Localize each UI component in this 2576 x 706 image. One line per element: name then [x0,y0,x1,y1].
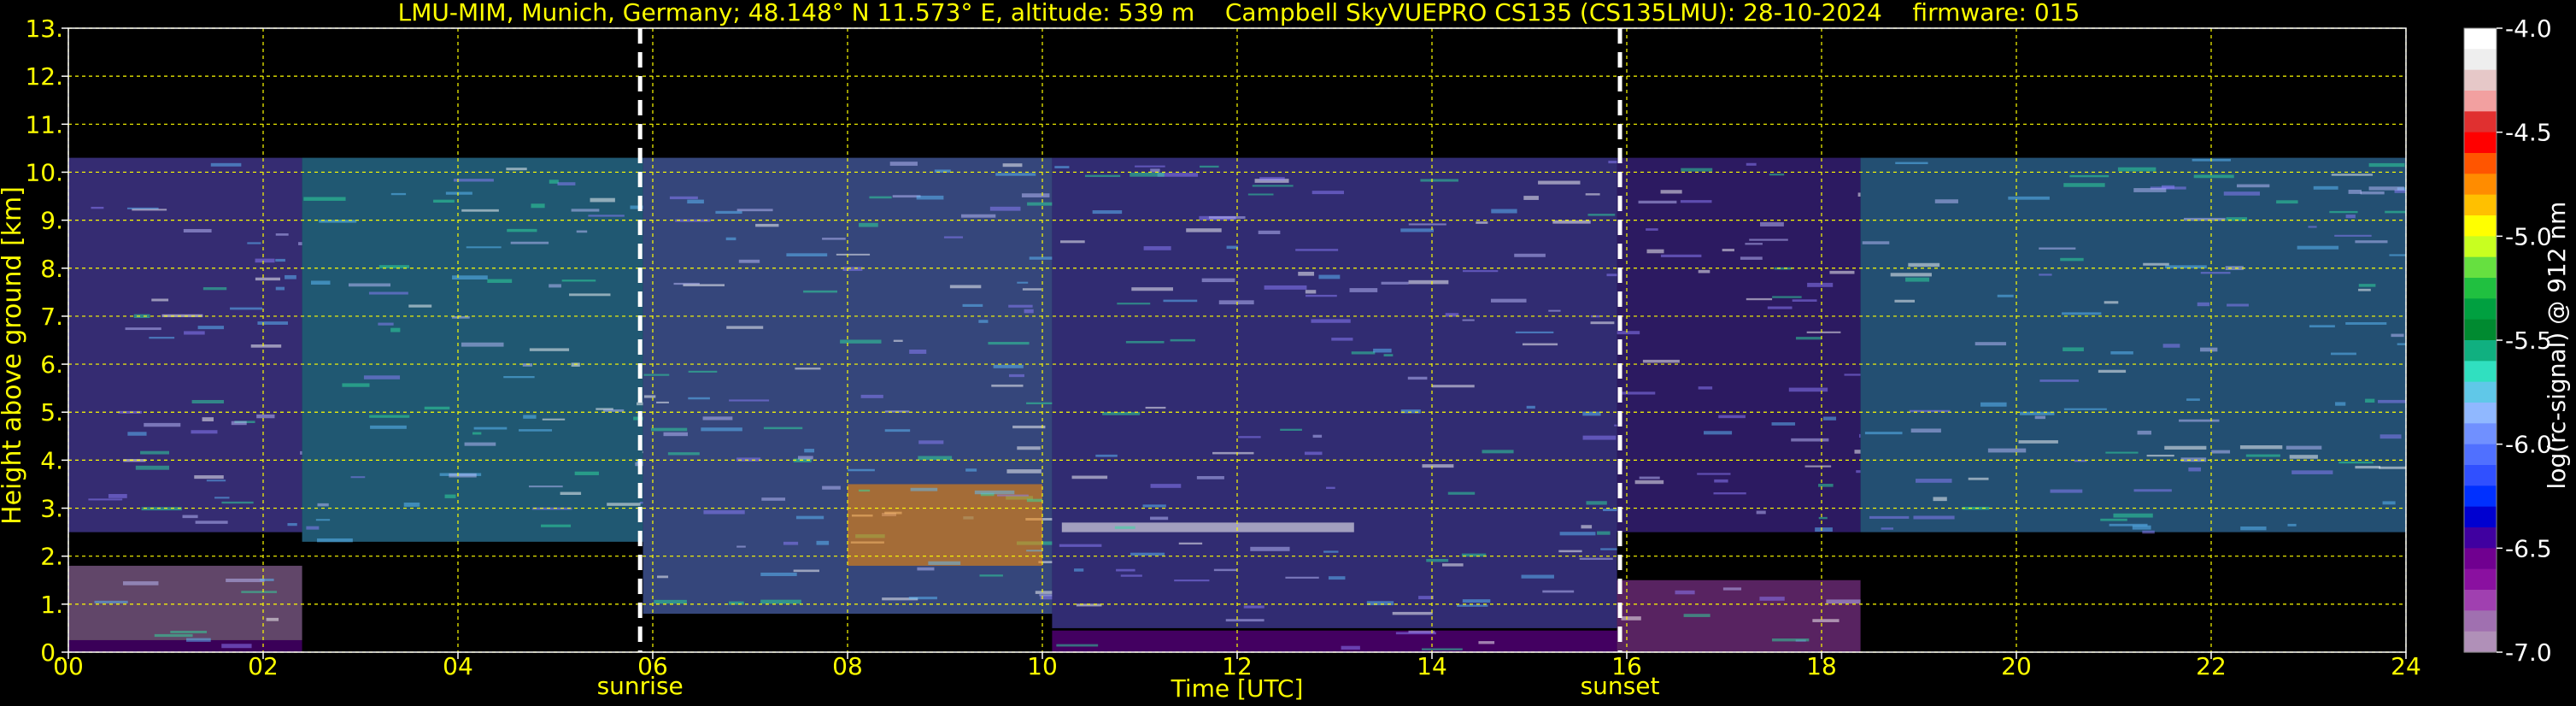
ceilometer-chart: LMU-MIM, Munich, Germany; 48.148° N 11.5… [0,0,2576,706]
y-tick-label: 4. [40,446,63,474]
colorbar-segment [2464,319,2497,341]
colorbar-segment [2464,132,2497,154]
y-tick-label: 0. [40,638,63,667]
colorbar-label: log(rc-signal) @ 912 nm [2543,202,2571,490]
y-tick-label: 13. [25,15,63,43]
x-tick-label: 06 [637,652,668,680]
signal-region [848,484,1042,566]
colorbar-segment [2464,548,2497,570]
colorbar-segment [2464,153,2497,174]
plot-area [68,28,2406,652]
colorbar-segment [2464,485,2497,508]
y-axis-label: Height above ground [km] [0,186,27,525]
signal-region [302,157,643,543]
x-tick-label: 04 [443,652,473,680]
colorbar-tick-label: -7.0 [2505,638,2552,667]
x-tick-label: 08 [832,652,863,680]
colorbar-segment [2464,174,2497,196]
x-tick-label: 14 [1417,652,1447,680]
y-tick-label: 9. [40,207,63,235]
signal-region [1061,522,1354,532]
colorbar-segment [2464,256,2497,279]
signal-region [1052,157,1617,628]
chart-title: LMU-MIM, Munich, Germany; 48.148° N 11.5… [398,0,2080,26]
y-tick-label: 6. [40,350,63,379]
colorbar-segment [2464,298,2497,321]
colorbar-segment [2464,631,2497,653]
signal-region [1860,157,2406,534]
y-tick-label: 8. [40,255,63,283]
y-tick-label: 11. [25,110,63,138]
x-tick-label: 18 [1806,652,1837,680]
colorbar-segment [2464,423,2497,445]
colorbar-segment [2464,506,2497,528]
colorbar-segment [2464,403,2497,424]
y-tick-label: 1. [40,591,63,619]
y-tick-label: 3. [40,495,63,523]
colorbar-segment [2464,28,2497,50]
colorbar-segment [2464,444,2497,466]
signal-region [68,639,302,652]
colorbar-segment [2464,69,2497,91]
colorbar-segment [2464,194,2497,216]
y-tick-label: 10. [25,158,63,186]
x-tick-label: 24 [2391,652,2421,680]
y-tick-label: 2. [40,543,63,571]
y-tick-label: 5. [40,398,63,427]
x-tick-label: 10 [1027,652,1058,680]
colorbar-segment [2464,236,2497,258]
colorbar-tick-label: -6.5 [2505,534,2552,562]
colorbar-segment [2464,465,2497,486]
colorbar-segment [2464,361,2497,383]
colorbar-segment [2464,215,2497,237]
y-tick-label: 12. [25,62,63,91]
x-tick-label: 02 [248,652,279,680]
signal-region [1617,580,1861,652]
x-tick-label: 16 [1611,652,1642,680]
signal-region [1617,157,1861,532]
x-axis-label: Time [UTC] [1171,674,1304,703]
colorbar-segment [2464,340,2497,362]
x-tick-label: 22 [2196,652,2227,680]
x-tick-label: 20 [2001,652,2032,680]
colorbar-segment [2464,381,2497,403]
colorbar-segment [2464,91,2497,112]
colorbar-segment [2464,49,2497,71]
colorbar-segment [2464,111,2497,133]
colorbar-tick-label: -4.0 [2505,15,2552,43]
signal-region [1052,630,1617,652]
colorbar-segment [2464,590,2497,611]
colorbar-segment [2464,568,2497,591]
colorbar-segment [2464,527,2497,549]
colorbar-segment [2464,610,2497,632]
colorbar-segment [2464,278,2497,299]
y-tick-label: 7. [40,303,63,331]
signal-region [68,157,302,532]
colorbar-tick-label: -4.5 [2505,119,2552,147]
